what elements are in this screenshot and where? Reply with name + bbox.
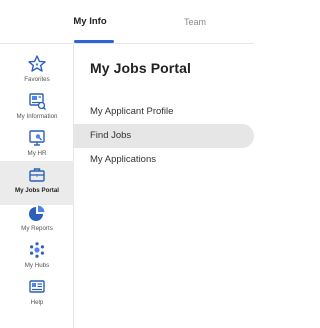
hub-icon	[30, 242, 44, 258]
menu-item-my-applicant-profile[interactable]: My Applicant Profile	[74, 100, 254, 124]
sidebar-item-label: My HR	[27, 150, 47, 157]
top-tab-bar: My Info Team	[0, 0, 254, 44]
sidebar-item-help[interactable]: Help	[0, 273, 74, 319]
pie-chart-icon	[29, 205, 45, 221]
active-tab-indicator	[74, 40, 114, 43]
profile-card-icon	[29, 93, 46, 110]
sidebar: Favorites My Information My HR My Jobs P…	[0, 44, 74, 328]
briefcase-icon	[29, 168, 45, 182]
sidebar-item-label: Help	[30, 299, 44, 306]
sidebar-item-label: My Hubs	[24, 262, 50, 269]
menu-item-find-jobs[interactable]: Find Jobs	[74, 124, 254, 148]
tab-team[interactable]: Team	[160, 0, 230, 44]
hr-monitor-icon	[29, 130, 45, 146]
sidebar-item-label: My Reports	[21, 225, 53, 232]
help-card-icon	[29, 280, 45, 293]
tab-my-info[interactable]: My Info	[55, 0, 125, 44]
sidebar-item-label: Favorites	[24, 76, 50, 83]
sidebar-item-label: My Jobs Portal	[14, 187, 59, 194]
page-title: My Jobs Portal	[90, 60, 191, 76]
jobs-portal-panel: My Jobs Portal My Applicant Profile Find…	[74, 44, 254, 328]
menu-item-my-applications[interactable]: My Applications	[74, 148, 254, 172]
sidebar-item-label: My Information	[16, 113, 58, 120]
star-icon	[28, 55, 46, 72]
